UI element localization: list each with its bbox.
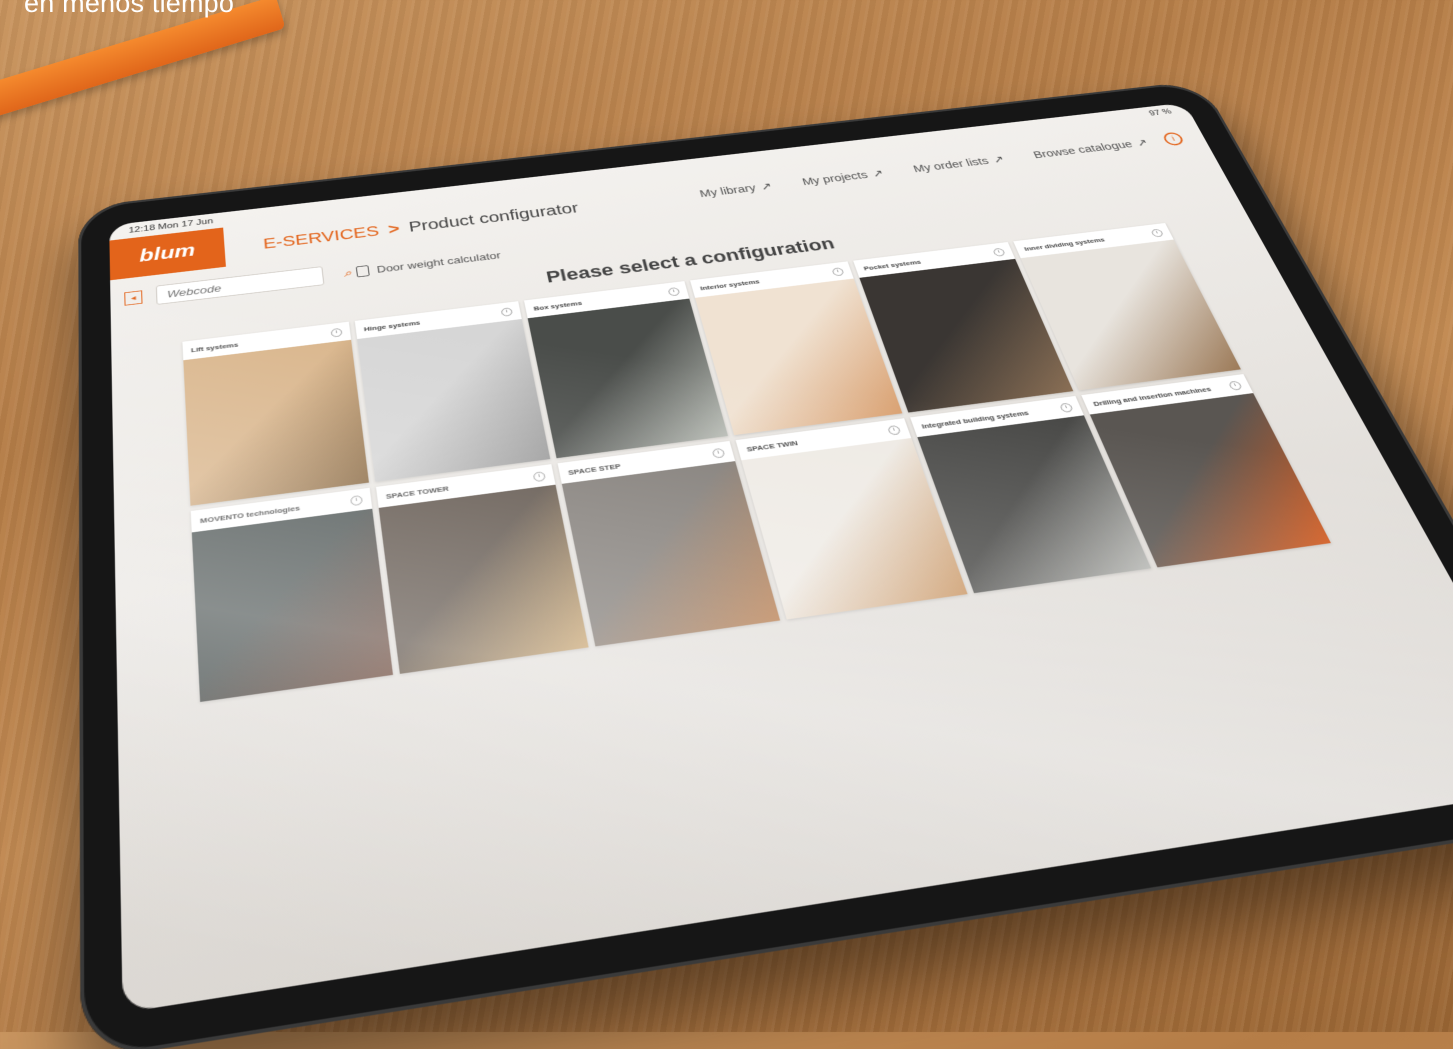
door-weight-calculator-link[interactable]: Door weight calculator: [355, 249, 502, 278]
info-icon[interactable]: i: [500, 306, 513, 317]
card-label: Pocket systems: [862, 258, 922, 272]
card-image: [357, 318, 551, 482]
info-icon[interactable]: i: [711, 447, 726, 459]
nav-my-projects[interactable]: My projects↗: [801, 167, 886, 188]
card-label: Box systems: [532, 299, 583, 312]
info-icon[interactable]: i: [1150, 228, 1165, 238]
scene: 12:18 Mon 17 Jun 97 % blum E-SERVICES > …: [0, 0, 1453, 1049]
config-card-lift-systems[interactable]: Lift systems i: [182, 321, 369, 506]
info-icon[interactable]: i: [330, 327, 343, 338]
nav-label: My order lists: [911, 154, 991, 174]
card-image: [183, 339, 369, 506]
nav-label: My projects: [800, 168, 870, 187]
info-icon[interactable]: i: [886, 424, 902, 436]
breadcrumb-separator: >: [387, 220, 401, 238]
sidebar-toggle-icon[interactable]: ◂: [124, 290, 143, 306]
nav-my-order-lists[interactable]: My order lists↗: [911, 153, 1006, 174]
card-label: Lift systems: [190, 340, 239, 354]
card-label: SPACE TOWER: [385, 484, 450, 501]
card-label: Interior systems: [699, 277, 761, 292]
info-icon[interactable]: i: [1161, 131, 1186, 147]
tablet-screen: 12:18 Mon 17 Jun 97 % blum E-SERVICES > …: [109, 102, 1453, 1013]
nav-browse-catalogue[interactable]: Browse catalogue↗: [1031, 137, 1150, 161]
card-image: [191, 508, 394, 702]
info-icon[interactable]: i: [992, 247, 1006, 257]
info-icon[interactable]: i: [1058, 402, 1074, 413]
card-label: SPACE TWIN: [745, 438, 799, 453]
external-arrow-icon: ↗: [1134, 136, 1150, 148]
card-image: [527, 298, 729, 459]
external-arrow-icon: ↗: [870, 167, 886, 179]
info-icon[interactable]: i: [532, 470, 546, 482]
nav-label: Browse catalogue: [1031, 138, 1135, 160]
info-icon[interactable]: i: [1227, 380, 1243, 391]
info-icon[interactable]: i: [349, 494, 363, 506]
tablet-device: 12:18 Mon 17 Jun 97 % blum E-SERVICES > …: [78, 80, 1453, 1049]
info-icon[interactable]: i: [831, 266, 845, 277]
nav-label: My library: [698, 181, 758, 199]
config-card-hinge-systems[interactable]: Hinge systems i: [354, 301, 551, 482]
card-image: [378, 484, 589, 674]
external-arrow-icon: ↗: [759, 179, 774, 192]
status-time: 12:18: [128, 223, 156, 235]
card-label: SPACE STEP: [567, 461, 622, 477]
page-title: Product configurator: [407, 200, 580, 235]
info-icon[interactable]: i: [667, 286, 681, 297]
breadcrumb-eservices[interactable]: E-SERVICES: [263, 223, 380, 252]
calculator-icon: [355, 264, 370, 278]
status-battery: 97 %: [1147, 107, 1174, 118]
external-arrow-icon: ↗: [990, 153, 1006, 165]
card-label: Hinge systems: [363, 318, 421, 333]
calculator-label: Door weight calculator: [375, 249, 502, 275]
config-card-movento[interactable]: MOVENTO technologies i: [190, 487, 394, 702]
card-image: [561, 461, 781, 647]
nav-my-library[interactable]: My library ↗: [698, 180, 773, 200]
config-card-space-tower[interactable]: SPACE TOWER i: [376, 464, 589, 674]
search-icon[interactable]: ⌕: [343, 266, 352, 279]
